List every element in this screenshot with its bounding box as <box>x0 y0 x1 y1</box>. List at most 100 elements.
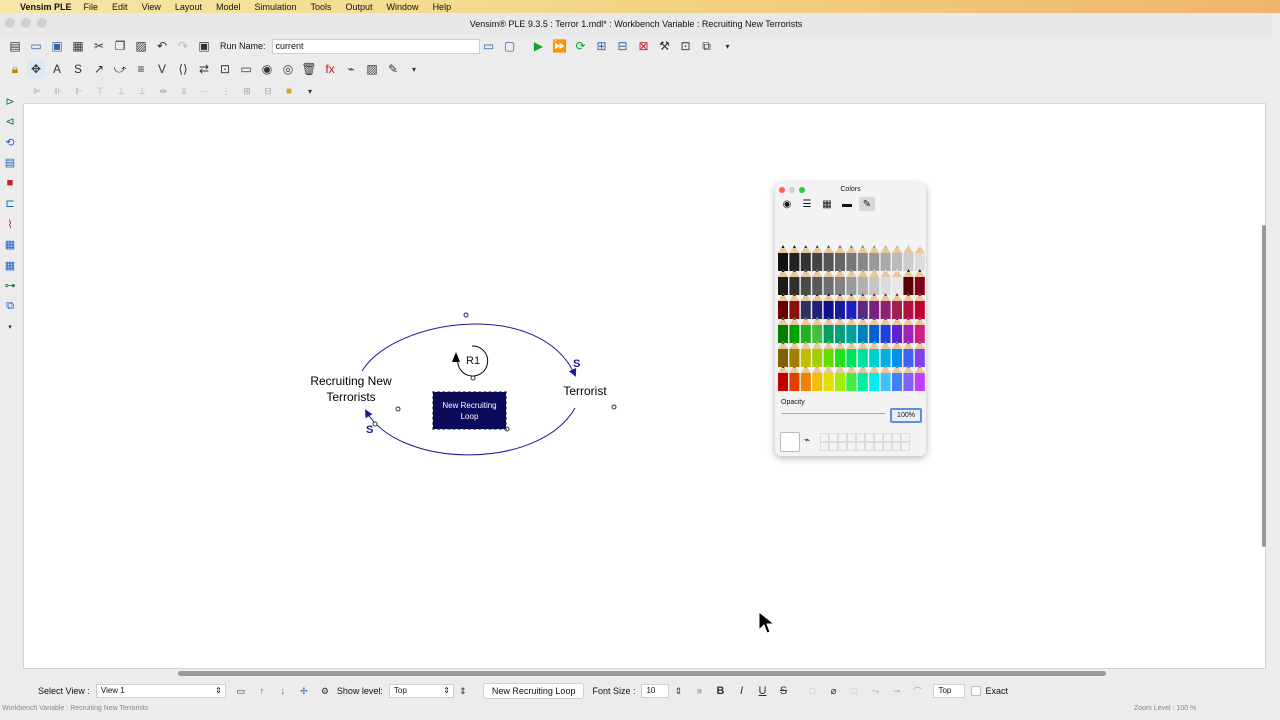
vertical-scrollbar[interactable] <box>1262 225 1266 547</box>
pencil-swatch[interactable] <box>914 325 925 343</box>
uses-tree-icon[interactable]: ⊲ <box>1 114 19 131</box>
opacity-slider[interactable] <box>781 413 885 414</box>
rate-tool-icon[interactable]: ⤻ <box>111 60 129 78</box>
hide-icon[interactable]: ◎ <box>279 60 297 78</box>
bold-button[interactable]: B <box>711 682 729 700</box>
pencil-swatch[interactable] <box>892 253 902 271</box>
position-dropdown[interactable]: Top <box>933 684 966 698</box>
undo-icon[interactable]: ↶ <box>153 37 171 55</box>
pencil-swatch[interactable] <box>846 325 857 343</box>
equations-icon[interactable]: fx <box>321 60 339 78</box>
empty-swatch[interactable] <box>901 433 910 442</box>
image-icon[interactable]: ▨ <box>363 60 381 78</box>
zoom-window-button[interactable] <box>37 18 47 28</box>
loop-comment-box[interactable]: New Recruiting Loop <box>432 391 507 430</box>
pencil-palette[interactable] <box>775 245 926 395</box>
color-fill-icon[interactable]: ■ <box>280 82 298 100</box>
tools-icon[interactable]: ⚒ <box>656 37 674 55</box>
loops-icon[interactable]: ⟲ <box>1 134 19 151</box>
pencil-swatch[interactable] <box>869 325 880 343</box>
graph-icon[interactable]: ⌇ <box>1 216 19 233</box>
level-stepper-icon[interactable]: ⇕ <box>454 682 472 700</box>
graph-icon[interactable]: ⌁ <box>342 60 360 78</box>
pencil-swatch[interactable] <box>812 301 823 319</box>
pencil-swatch[interactable] <box>846 277 857 295</box>
layer-icon[interactable]: ⊟ <box>259 82 277 100</box>
cut-icon[interactable]: ✂ <box>90 37 108 55</box>
opacity-value-field[interactable]: 100% <box>890 408 922 423</box>
pencil-swatch[interactable] <box>880 277 891 295</box>
empty-swatch[interactable] <box>838 433 847 442</box>
distribute-icon[interactable]: ⋯ <box>196 82 214 100</box>
empty-swatch[interactable] <box>820 433 829 442</box>
menu-output[interactable]: Output <box>346 2 373 12</box>
sketch-canvas[interactable] <box>23 103 1266 669</box>
pencil-swatch[interactable] <box>914 349 925 367</box>
image-palettes-icon[interactable]: ▬ <box>839 197 855 211</box>
pencil-swatch[interactable] <box>835 349 845 367</box>
align-bottom-icon[interactable]: ⊥ <box>133 82 151 100</box>
sketch-more-icon[interactable]: ▾ <box>405 60 423 78</box>
align-right-icon[interactable]: ⊩ <box>70 82 88 100</box>
pencil-swatch[interactable] <box>835 253 845 271</box>
view-up-icon[interactable]: ↑ <box>253 682 271 700</box>
app-name-menu[interactable]: Vensim PLE <box>20 2 72 12</box>
view-add-icon[interactable]: ✢ <box>295 682 313 700</box>
empty-swatch[interactable] <box>856 442 865 451</box>
font-size-stepper-icon[interactable]: ⇕ <box>669 682 687 700</box>
pencil-swatch[interactable] <box>823 325 834 343</box>
select-view-dropdown[interactable]: View 1 ⇕ <box>95 684 226 698</box>
open-model-icon[interactable]: ▭ <box>27 37 45 55</box>
pencil-swatch[interactable] <box>778 253 788 271</box>
variable-recruiting-new-terrorists[interactable]: Recruiting New Terrorists <box>300 373 402 405</box>
redo-icon[interactable]: ↷ <box>174 37 192 55</box>
strikethrough-button[interactable]: S <box>774 682 792 700</box>
saved-swatches[interactable] <box>820 433 910 451</box>
pencil-swatch[interactable] <box>800 253 811 271</box>
pencil-swatch[interactable] <box>789 325 800 343</box>
causes-strip-icon[interactable]: ■ <box>1 175 19 192</box>
empty-swatch[interactable] <box>820 442 829 451</box>
arrow-style-icon[interactable]: ⤳ <box>866 682 884 700</box>
edit-icon[interactable]: ✎ <box>384 60 402 78</box>
pencil-swatch[interactable] <box>892 277 902 295</box>
empty-swatch[interactable] <box>865 433 874 442</box>
empty-swatch[interactable] <box>856 433 865 442</box>
pencil-swatch[interactable] <box>789 277 800 295</box>
runs-compare-icon[interactable]: ⊶ <box>1 278 19 295</box>
empty-swatch[interactable] <box>892 433 901 442</box>
align-left-icon[interactable]: ⊫ <box>28 82 46 100</box>
menu-tools[interactable]: Tools <box>311 2 332 12</box>
variable-terrorist[interactable]: Terrorist <box>555 383 615 399</box>
table-time-down-icon[interactable]: ▦ <box>1 257 19 274</box>
view-down-icon[interactable]: ↓ <box>274 682 292 700</box>
pencil-swatch[interactable] <box>800 325 811 343</box>
pencil-swatch[interactable] <box>778 277 788 295</box>
pencil-swatch[interactable] <box>903 301 914 319</box>
pencil-swatch[interactable] <box>880 301 891 319</box>
simulate-icon[interactable]: ▶ <box>530 37 548 55</box>
pencil-swatch[interactable] <box>869 349 880 367</box>
delete-icon[interactable]: 🗑︎ <box>300 60 318 78</box>
color-fill-dropdown-icon[interactable]: ▾ <box>301 82 319 100</box>
pencil-swatch[interactable] <box>880 253 891 271</box>
causes-tree-icon[interactable]: ⊳ <box>1 93 19 110</box>
pencil-swatch[interactable] <box>892 325 902 343</box>
reality-check-icon[interactable]: ⟳ <box>572 37 590 55</box>
flow-tool-icon[interactable]: ≡ <box>132 60 150 78</box>
pencil-swatch[interactable] <box>823 277 834 295</box>
merge-icon[interactable]: ⇄ <box>195 60 213 78</box>
pencil-swatch[interactable] <box>857 349 868 367</box>
minimize-panel-button[interactable] <box>789 187 795 193</box>
empty-swatch[interactable] <box>874 433 883 442</box>
menu-view[interactable]: View <box>142 2 161 12</box>
pencil-swatch[interactable] <box>869 253 880 271</box>
align-center-icon[interactable]: ⊪ <box>49 82 67 100</box>
empty-swatch[interactable] <box>865 442 874 451</box>
menu-layout[interactable]: Layout <box>175 2 202 12</box>
color-sliders-icon[interactable]: ☰ <box>799 197 815 211</box>
run-control-icon[interactable]: ▣ <box>195 37 213 55</box>
current-color-swatch[interactable] <box>780 432 800 452</box>
empty-swatch[interactable] <box>883 442 892 451</box>
menu-window[interactable]: Window <box>387 2 419 12</box>
